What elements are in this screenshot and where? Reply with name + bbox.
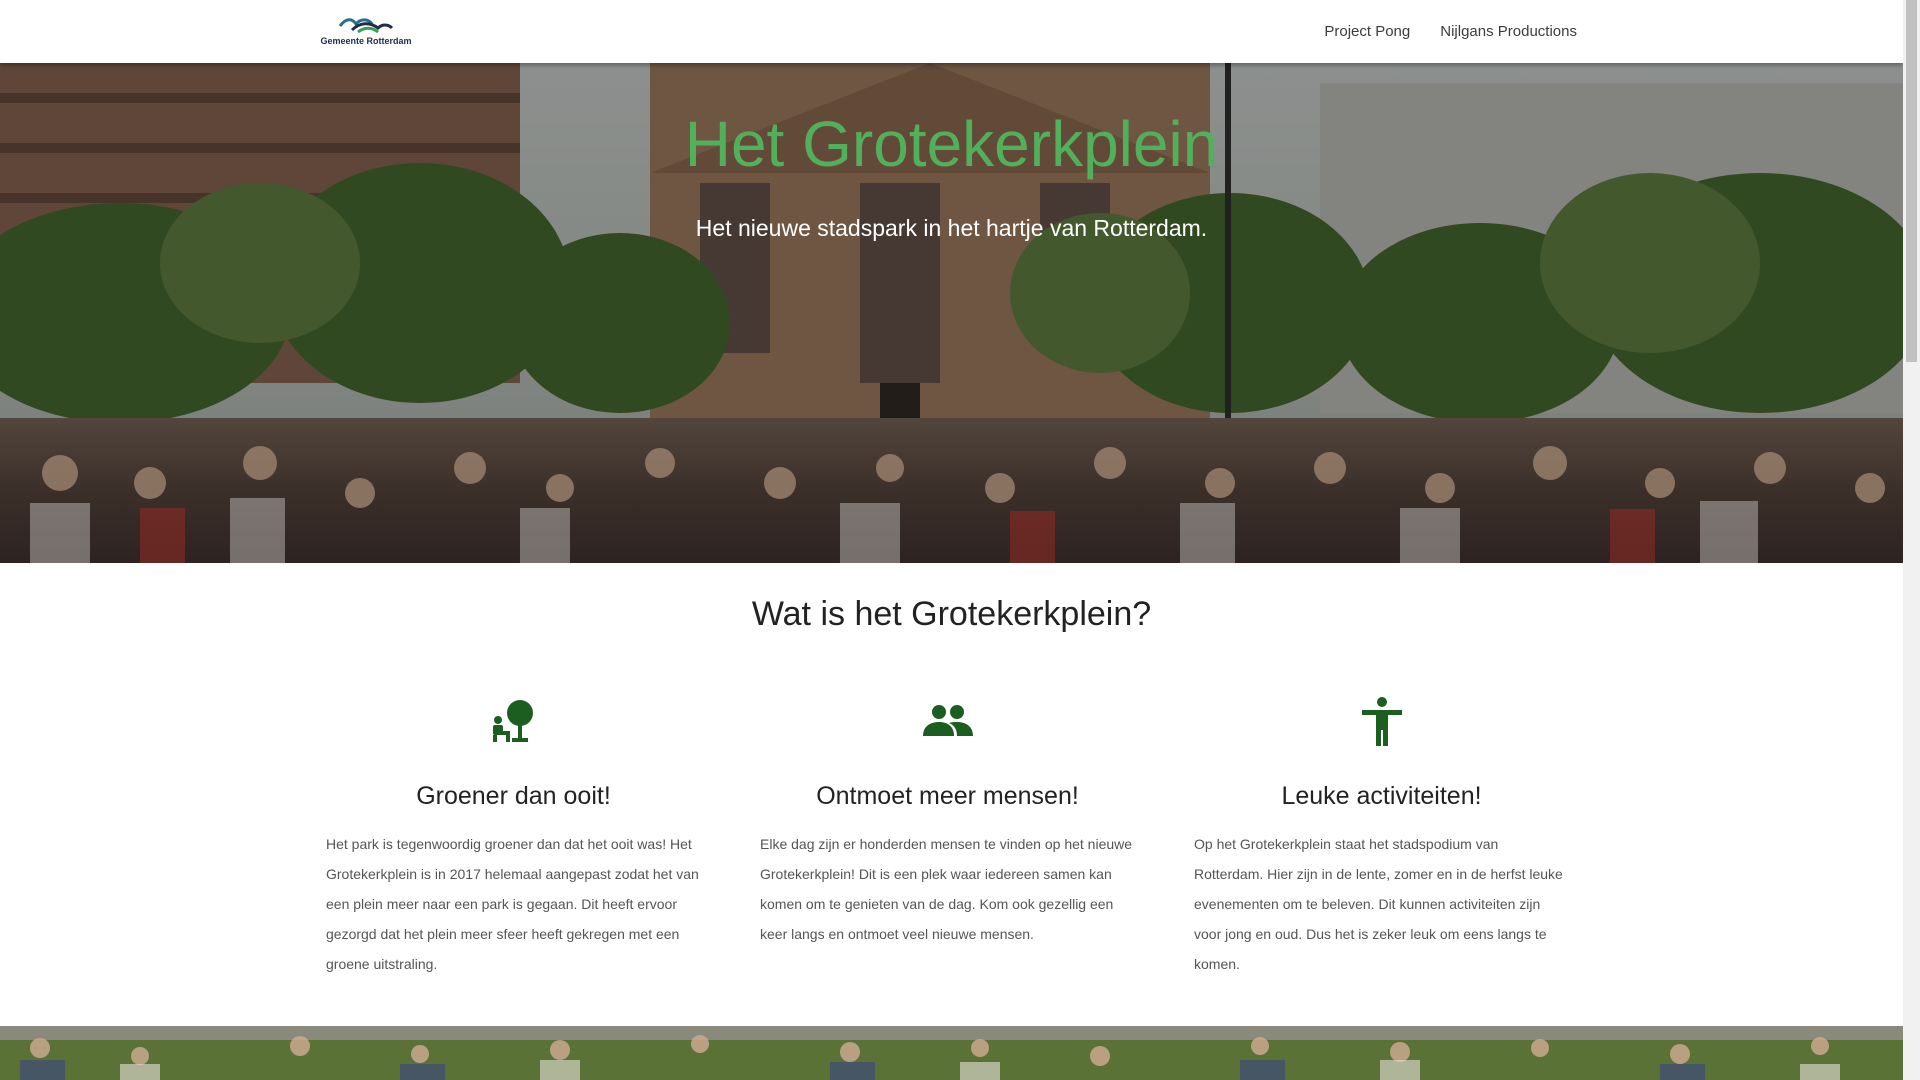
feature-title: Ontmoet meer mensen! <box>816 782 1079 810</box>
feature-title: Leuke activiteiten! <box>1281 782 1482 810</box>
nav-link-nijlgans-productions[interactable]: Nijlgans Productions <box>1440 23 1577 40</box>
feature-card-meet-people: Ontmoet meer mensen! Elke dag zijn er ho… <box>760 696 1135 949</box>
page-content: Gemeente Rotterdam Project Pong Nijlgans… <box>0 0 1903 1080</box>
nature-people-icon <box>492 700 533 742</box>
section-title: Wat is het Grotekerkplein? <box>751 595 1152 633</box>
features-row: Groener dan ooit! Het park is tegenwoord… <box>326 696 1577 996</box>
feature-text: Elke dag zijn er honderden mensen te vin… <box>760 836 1133 942</box>
nav-links: Project Pong Nijlgans Productions <box>1324 0 1577 63</box>
park-image-banner <box>0 1026 1903 1080</box>
people-icon <box>922 705 973 736</box>
logo[interactable]: Gemeente Rotterdam <box>316 12 416 52</box>
hero-banner: Het Grotekerkplein Het nieuwe stadspark … <box>0 63 1903 563</box>
navbar: Gemeente Rotterdam Project Pong Nijlgans… <box>0 0 1903 63</box>
page: Gemeente Rotterdam Project Pong Nijlgans… <box>0 0 1920 1080</box>
feature-text: Het park is tegenwoordig groener dan dat… <box>326 836 699 972</box>
nav-link-project-pong[interactable]: Project Pong <box>1324 23 1410 40</box>
vertical-scrollbar[interactable] <box>1903 0 1920 1080</box>
feature-card-activities: Leuke activiteiten! Op het Grotekerkplei… <box>1194 696 1569 979</box>
hero-title: Het Grotekerkplein <box>684 108 1219 180</box>
scrollbar-thumb[interactable] <box>1906 0 1917 362</box>
hero-subtitle: Het nieuwe stadspark in het hartje van R… <box>695 215 1208 241</box>
rotterdam-logo-icon <box>338 18 394 34</box>
accessibility-icon <box>1361 697 1402 746</box>
logo-text: Gemeente Rotterdam <box>320 36 412 46</box>
park-crowd-image <box>0 1026 1903 1080</box>
feature-title: Groener dan ooit! <box>416 782 611 810</box>
feature-card-greener: Groener dan ooit! Het park is tegenwoord… <box>326 696 701 979</box>
feature-text: Op het Grotekerkplein staat het stadspod… <box>1194 836 1563 972</box>
